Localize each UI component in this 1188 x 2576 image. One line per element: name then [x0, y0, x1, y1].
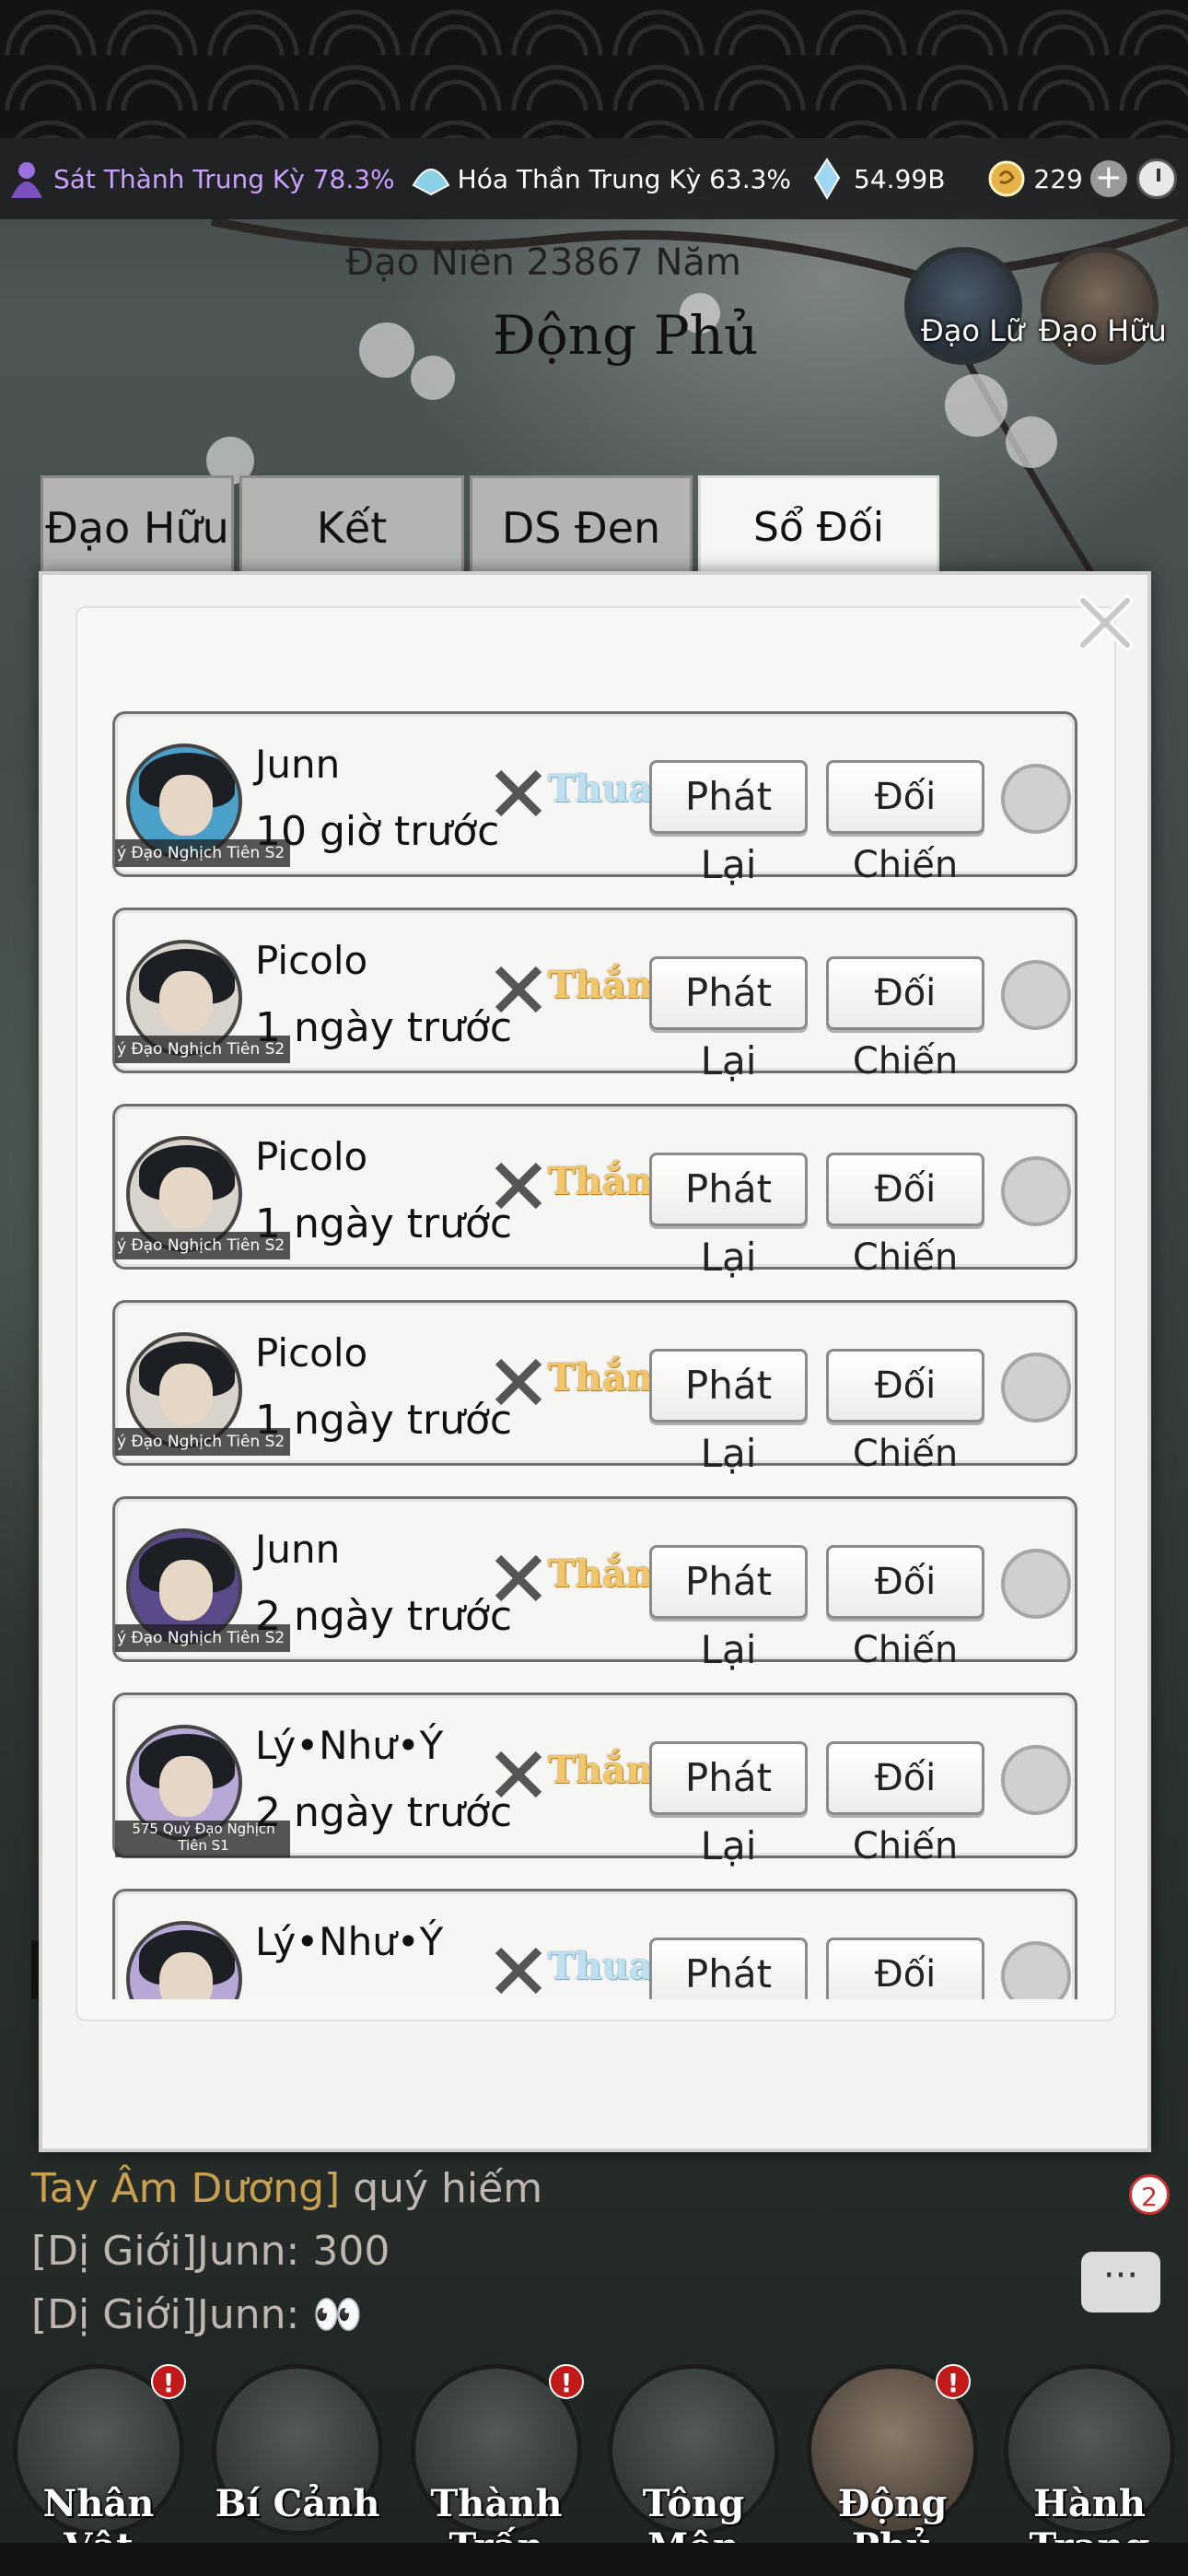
bottom-edge — [0, 2543, 1188, 2576]
cultivation-level-text: Sát Thành Trung Kỳ 78.3% — [53, 163, 395, 194]
chat-item-link[interactable]: Tay Âm Dương] — [31, 2165, 340, 2212]
chat-more-button[interactable]: ··· — [1081, 2252, 1160, 2313]
nav-inventory[interactable]: Hành Trang — [1004, 2364, 1175, 2569]
battle-log-row: Lý•Như•Ý Thua Phát Lại Đối Chiến — [112, 1889, 1077, 1999]
nav-sect[interactable]: Tông Môn — [608, 2364, 779, 2569]
battle-log-row: 575 Quỷ Đạo Nghịch Tiên S1 Lý•Như•Ý 2 ng… — [112, 1692, 1077, 1868]
challenge-button[interactable]: Đối Chiến — [826, 956, 984, 1083]
cultivation-level-2[interactable]: Hóa Thần Trung Kỳ 63.3% — [410, 158, 791, 200]
opponent-name: Junn — [255, 1527, 341, 1572]
nav-character[interactable]: ! Nhân Vật — [13, 2364, 186, 2569]
challenge-button[interactable]: Đối Chiến — [826, 1741, 984, 1868]
challenge-button[interactable]: Đối Chiến — [826, 1153, 984, 1279]
close-icon[interactable] — [1070, 588, 1140, 658]
share-icon[interactable] — [1001, 960, 1071, 1030]
share-icon[interactable] — [1001, 1745, 1071, 1815]
era-year: Đạo Niên 23867 Năm — [345, 241, 741, 284]
crossed-swords-icon — [495, 1751, 542, 1798]
crystal-icon — [806, 158, 848, 200]
battle-log-row: ý Đạo Nghịch Tiên S2 Junn 2 ngày trước T… — [112, 1496, 1077, 1672]
battle-time: 1 ngày trước — [255, 1004, 513, 1051]
resource-bar: Sát Thành Trung Kỳ 78.3% Hóa Thần Trung … — [0, 138, 1188, 219]
replay-button[interactable]: Phát Lại — [649, 1153, 808, 1280]
tab-affinity[interactable]: Kết Duyên — [239, 475, 464, 652]
cultivation-level-text-2: Hóa Thần Trung Kỳ 63.3% — [457, 163, 792, 194]
battle-result: Thua — [548, 767, 653, 811]
nav-label: Bí Cảnh — [215, 2482, 380, 2525]
tab-battle-log[interactable]: Sổ Đối Chiến — [698, 475, 939, 650]
share-icon[interactable] — [1001, 1549, 1071, 1619]
page-title: Động Phủ — [493, 304, 759, 367]
nav-town[interactable]: ! Thành Trấn — [411, 2364, 584, 2569]
spirit-stone-counter: 54.99B — [806, 158, 945, 200]
replay-button[interactable]: Phát Lại — [649, 1741, 808, 1868]
battle-log-list[interactable]: ý Đạo Nghịch Tiên S2 Junn 10 giờ trước T… — [92, 700, 1105, 1999]
challenge-button[interactable]: Đối Chiến — [826, 760, 984, 886]
gold-value: 229 — [1033, 163, 1083, 194]
opponent-avatar[interactable] — [126, 1921, 242, 1999]
add-gold-button[interactable]: + — [1089, 160, 1127, 197]
cultivation-level-1[interactable]: Sát Thành Trung Kỳ 78.3% — [6, 158, 395, 200]
alert-badge: ! — [549, 2364, 584, 2399]
fan-icon — [410, 158, 452, 200]
replay-button[interactable]: Phát Lại — [649, 1938, 808, 1999]
clock-icon[interactable] — [1136, 158, 1177, 199]
share-icon[interactable] — [1001, 1941, 1071, 1999]
nav-cave-dwelling[interactable]: ! Động Phủ — [807, 2364, 978, 2569]
chat-text: [Dị Giới]Junn: — [31, 2291, 300, 2338]
challenge-button[interactable]: Đối Chiến — [826, 1349, 984, 1475]
gold-counter: 229 — [985, 158, 1083, 200]
share-icon[interactable] — [1001, 1352, 1071, 1423]
challenge-button[interactable]: Đối Chiến — [826, 1938, 984, 1999]
battle-time: 2 ngày trước — [255, 1593, 513, 1640]
challenge-button[interactable]: Đối Chiến — [826, 1545, 984, 1671]
opponent-name: Lý•Như•Ý — [255, 1919, 444, 1964]
chat-line: [Dị Giới]Junn: 300 — [31, 2228, 390, 2275]
alert-badge: ! — [151, 2364, 186, 2399]
spirit-stone-value: 54.99B — [854, 163, 946, 194]
replay-button[interactable]: Phát Lại — [649, 956, 808, 1083]
battle-log-row: ý Đạo Nghịch Tiên S2 Junn 10 giờ trước T… — [112, 711, 1077, 887]
chat-text: quý hiếm — [340, 2165, 543, 2212]
share-icon[interactable] — [1001, 1156, 1071, 1226]
battle-time: 10 giờ trước — [255, 808, 500, 855]
alert-badge: ! — [936, 2364, 971, 2399]
opponent-name: Junn — [255, 742, 341, 787]
partner-label: Đạo Lữ — [921, 313, 1025, 348]
replay-button[interactable]: Phát Lại — [649, 760, 808, 887]
chat-line: [Dị Giới]Junn: 👀 — [31, 2290, 363, 2338]
opponent-name: Picolo — [255, 1134, 368, 1179]
opponent-name: Picolo — [255, 1330, 368, 1376]
tab-friends[interactable]: Đạo Hữu — [41, 475, 234, 575]
nav-secret-realm[interactable]: Bí Cảnh — [212, 2364, 383, 2548]
battle-log-row: ý Đạo Nghịch Tiên S2 Picolo 1 ngày trước… — [112, 1300, 1077, 1476]
crossed-swords-icon — [495, 769, 542, 817]
top-wave-pattern — [0, 0, 1188, 138]
battle-log-row: ý Đạo Nghịch Tiên S2 Picolo 1 ngày trước… — [112, 907, 1077, 1083]
gold-coin-icon — [985, 158, 1028, 200]
crossed-swords-icon — [495, 1554, 542, 1602]
chat-line: Tay Âm Dương] quý hiếm — [31, 2165, 542, 2212]
unread-count-badge: 2 — [1129, 2174, 1170, 2215]
replay-button[interactable]: Phát Lại — [649, 1349, 808, 1476]
battle-time: 1 ngày trước — [255, 1397, 513, 1444]
battle-time: 1 ngày trước — [255, 1200, 513, 1247]
battle-time: 2 ngày trước — [255, 1789, 513, 1836]
crossed-swords-icon — [495, 1358, 542, 1406]
eyes-emoji: 👀 — [312, 2291, 364, 2338]
replay-button[interactable]: Phát Lại — [649, 1545, 808, 1672]
opponent-name: Picolo — [255, 938, 368, 983]
scroll-edge-marker — [31, 1940, 39, 1999]
battle-result: Thua — [548, 1945, 653, 1988]
battle-log-row: ý Đạo Nghịch Tiên S2 Picolo 1 ngày trước… — [112, 1104, 1077, 1280]
tab-blacklist[interactable]: DS Đen — [470, 475, 693, 575]
cultivator-icon — [6, 158, 48, 200]
crossed-swords-icon — [495, 966, 542, 1013]
crossed-swords-icon — [495, 1162, 542, 1210]
opponent-name: Lý•Như•Ý — [255, 1723, 444, 1768]
crossed-swords-icon — [495, 1947, 542, 1995]
friends-label: Đạo Hữu — [1039, 313, 1167, 348]
share-icon[interactable] — [1001, 764, 1071, 834]
